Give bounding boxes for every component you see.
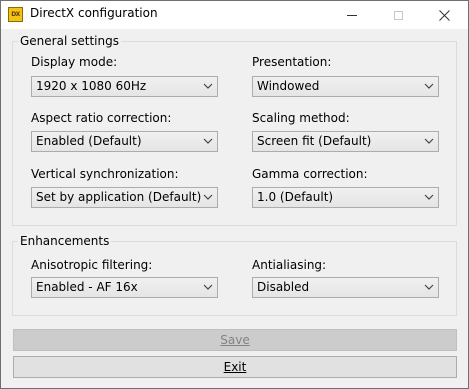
anisotropic-label: Anisotropic filtering:: [31, 258, 153, 272]
enhancements-legend: Enhancements: [18, 234, 112, 248]
directx-app-icon: DX: [8, 7, 23, 22]
chevron-down-icon: [203, 83, 213, 89]
antialiasing-value: Disabled: [257, 280, 310, 294]
scaling-method-label: Scaling method:: [252, 111, 350, 125]
anisotropic-select[interactable]: Enabled - AF 16x: [31, 277, 218, 298]
maximize-button: [375, 1, 421, 29]
presentation-value: Windowed: [257, 79, 320, 93]
maximize-icon: [393, 10, 403, 20]
save-button-label: Save: [220, 333, 250, 347]
general-settings-legend: General settings: [18, 34, 121, 48]
presentation-select[interactable]: Windowed: [252, 76, 439, 97]
antialiasing-select[interactable]: Disabled: [252, 277, 439, 298]
vsync-label: Vertical synchronization:: [31, 167, 179, 181]
chevron-down-icon: [424, 83, 434, 89]
presentation-label: Presentation:: [252, 55, 332, 69]
minimize-button[interactable]: [329, 1, 375, 29]
chevron-down-icon: [424, 138, 434, 144]
chevron-down-icon: [203, 138, 213, 144]
scaling-method-select[interactable]: Screen fit (Default): [252, 131, 439, 152]
minimize-icon: [347, 14, 357, 16]
vsync-select[interactable]: Set by application (Default): [31, 187, 218, 208]
exit-button-label: Exit: [223, 360, 247, 374]
display-mode-select[interactable]: 1920 x 1080 60Hz: [31, 76, 218, 97]
chevron-down-icon: [203, 194, 213, 200]
close-button[interactable]: [421, 1, 467, 29]
chevron-down-icon: [424, 284, 434, 290]
chevron-down-icon: [203, 284, 213, 290]
scaling-method-value: Screen fit (Default): [257, 134, 372, 148]
antialiasing-label: Antialiasing:: [252, 258, 327, 272]
gamma-select[interactable]: 1.0 (Default): [252, 187, 439, 208]
gamma-value: 1.0 (Default): [257, 190, 334, 204]
display-mode-value: 1920 x 1080 60Hz: [36, 79, 147, 93]
aspect-ratio-select[interactable]: Enabled (Default): [31, 131, 218, 152]
anisotropic-value: Enabled - AF 16x: [36, 280, 138, 294]
vsync-value: Set by application (Default): [36, 190, 202, 204]
gamma-label: Gamma correction:: [252, 167, 368, 181]
exit-button[interactable]: Exit: [13, 356, 457, 378]
aspect-ratio-value: Enabled (Default): [36, 134, 142, 148]
chevron-down-icon: [424, 194, 434, 200]
window-title: DirectX configuration: [30, 6, 158, 20]
aspect-ratio-label: Aspect ratio correction:: [31, 111, 172, 125]
save-button: Save: [13, 329, 457, 351]
display-mode-label: Display mode:: [31, 55, 118, 69]
title-bar[interactable]: DX DirectX configuration: [1, 1, 468, 29]
close-icon: [438, 9, 450, 21]
